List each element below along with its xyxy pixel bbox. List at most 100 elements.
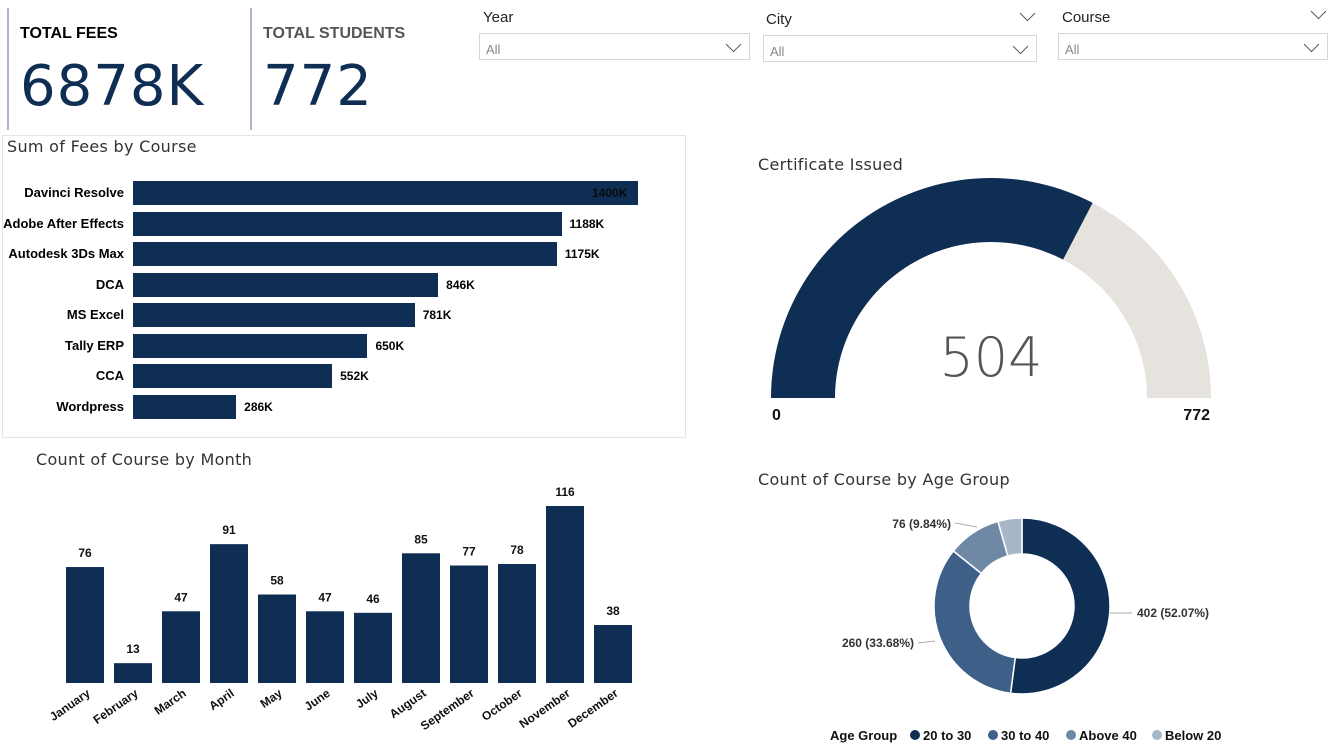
donut-slice[interactable] xyxy=(933,549,1017,695)
month-bar-value: 78 xyxy=(510,543,524,557)
month-bar[interactable] xyxy=(354,612,392,683)
fees-bar-value: 781K xyxy=(422,308,452,322)
legend-item[interactable]: 20 to 30 xyxy=(923,728,971,743)
donut-data-label: 260 (33.68%) xyxy=(842,636,914,650)
legend-marker xyxy=(1152,730,1162,740)
fees-bar[interactable] xyxy=(133,242,557,266)
legend-title: Age Group xyxy=(830,728,897,743)
month-bar-value: 76 xyxy=(78,546,92,560)
month-bar[interactable] xyxy=(594,625,632,683)
chevron-down-icon[interactable] xyxy=(1019,5,1036,22)
fees-category-label: MS Excel xyxy=(66,307,124,322)
legend-marker xyxy=(1066,730,1076,740)
course-by-month-chart: 76 January 13 February 47 March 91 April 58 May 47… xyxy=(47,485,632,733)
month-tick-label: July xyxy=(353,686,381,711)
legend-item[interactable]: 30 to 40 xyxy=(1001,728,1049,743)
month-tick-label: March xyxy=(152,686,189,718)
month-tick-label: May xyxy=(258,686,285,711)
legend-marker xyxy=(910,730,920,740)
fees-bar[interactable] xyxy=(133,333,368,358)
month-bar[interactable] xyxy=(210,544,248,683)
gauge-min-label: 0 xyxy=(772,407,781,424)
fees-category-label: Adobe After Effects xyxy=(3,215,124,231)
fees-bar[interactable] xyxy=(133,303,415,327)
fees-bar[interactable] xyxy=(133,394,237,419)
year-filter-dropdown[interactable]: All xyxy=(479,33,750,60)
fees-bar[interactable] xyxy=(133,181,638,205)
fees-category-label: Autodesk 3Ds Max xyxy=(8,246,124,261)
month-tick-label: November xyxy=(517,686,573,731)
donut-slice[interactable] xyxy=(1009,517,1111,695)
month-tick-label: September xyxy=(418,686,477,733)
month-bar-value: 85 xyxy=(414,532,428,546)
kpi-total-students-title: TOTAL STUDENTS xyxy=(263,25,406,42)
gauge-value: 504 xyxy=(939,326,1042,389)
kpi-total-fees-value: 6878K xyxy=(20,54,205,119)
city-filter-value: All xyxy=(770,44,785,59)
gauge-max-label: 772 xyxy=(1183,407,1210,424)
month-bar[interactable] xyxy=(402,553,440,683)
month-tick-label: April xyxy=(206,686,236,713)
month-bar-value: 47 xyxy=(174,590,188,604)
month-tick-label: June xyxy=(302,686,333,714)
year-filter-value: All xyxy=(486,42,501,57)
kpi-total-students: TOTAL STUDENTS 772 xyxy=(250,8,462,130)
legend-item[interactable]: Above 40 xyxy=(1079,728,1137,743)
fees-bar[interactable] xyxy=(133,211,562,236)
month-bar-value: 91 xyxy=(222,523,236,537)
fees-bar-value: 1188K xyxy=(569,216,605,231)
legend-marker xyxy=(988,730,998,740)
fees-bar-value: 552K xyxy=(340,369,369,383)
month-bar[interactable] xyxy=(66,567,104,683)
fees-bar-value: 1400K xyxy=(592,186,628,200)
month-bar[interactable] xyxy=(306,611,344,683)
fees-bar-value: 286K xyxy=(244,399,273,414)
fees-bar[interactable] xyxy=(133,364,333,388)
city-filter-label: City xyxy=(766,11,792,28)
month-bar-value: 58 xyxy=(270,574,284,588)
fees-category-label: CCA xyxy=(95,368,124,383)
fees-bar-value: 650K xyxy=(375,338,405,353)
gauge-track xyxy=(1063,202,1211,398)
month-bar[interactable] xyxy=(114,663,152,683)
chevron-down-icon xyxy=(1303,36,1320,53)
kpi-total-fees: TOTAL FEES 6878K xyxy=(7,8,252,130)
month-bar-value: 38 xyxy=(606,604,620,618)
course-by-month-title: Count of Course by Month xyxy=(36,450,253,469)
donut-data-label: 402 (52.07%) xyxy=(1137,606,1209,620)
month-bar-value: 47 xyxy=(318,590,332,604)
fees-category-label: DCA xyxy=(95,276,124,292)
kpi-total-fees-title: TOTAL FEES xyxy=(20,25,118,42)
legend-item[interactable]: Below 20 xyxy=(1165,728,1221,743)
city-filter-dropdown[interactable]: All xyxy=(763,35,1037,62)
fees-bar-value: 1175K xyxy=(564,247,600,261)
chevron-down-icon xyxy=(1012,38,1029,55)
month-bar[interactable] xyxy=(162,611,200,683)
chevron-down-icon xyxy=(725,36,742,53)
month-bar[interactable] xyxy=(498,563,536,683)
month-bar[interactable] xyxy=(258,594,296,684)
fees-bar-value: 846K xyxy=(446,277,475,292)
chevron-down-icon[interactable] xyxy=(1310,3,1327,20)
month-bar-value: 77 xyxy=(462,545,476,559)
fees-category-label: Tally ERP xyxy=(64,337,124,353)
month-bar[interactable] xyxy=(546,506,584,683)
course-filter-value: All xyxy=(1065,42,1080,57)
kpi-total-students-value: 772 xyxy=(263,54,373,119)
certificate-gauge: 504 0 772 xyxy=(771,177,1211,424)
month-tick-label: August xyxy=(387,686,429,721)
course-filter-dropdown[interactable]: All xyxy=(1058,33,1328,60)
fees-category-label: Davinci Resolve xyxy=(24,185,124,200)
course-filter-label: Course xyxy=(1062,9,1111,26)
month-bar-value: 13 xyxy=(126,642,140,656)
month-bar-value: 116 xyxy=(555,485,575,499)
month-tick-label: February xyxy=(91,686,141,727)
donut-leader-line xyxy=(954,522,978,528)
month-bar[interactable] xyxy=(450,565,488,683)
fees-bar[interactable] xyxy=(133,272,439,297)
age-group-donut-chart: 402 (52.07%) 260 (33.68%) 76 (9.84%) Age Gr… xyxy=(830,517,1221,743)
month-tick-label: January xyxy=(47,686,93,724)
gauge-fill xyxy=(771,177,1093,398)
month-bar-value: 46 xyxy=(366,592,380,606)
donut-leader-line xyxy=(917,640,936,644)
